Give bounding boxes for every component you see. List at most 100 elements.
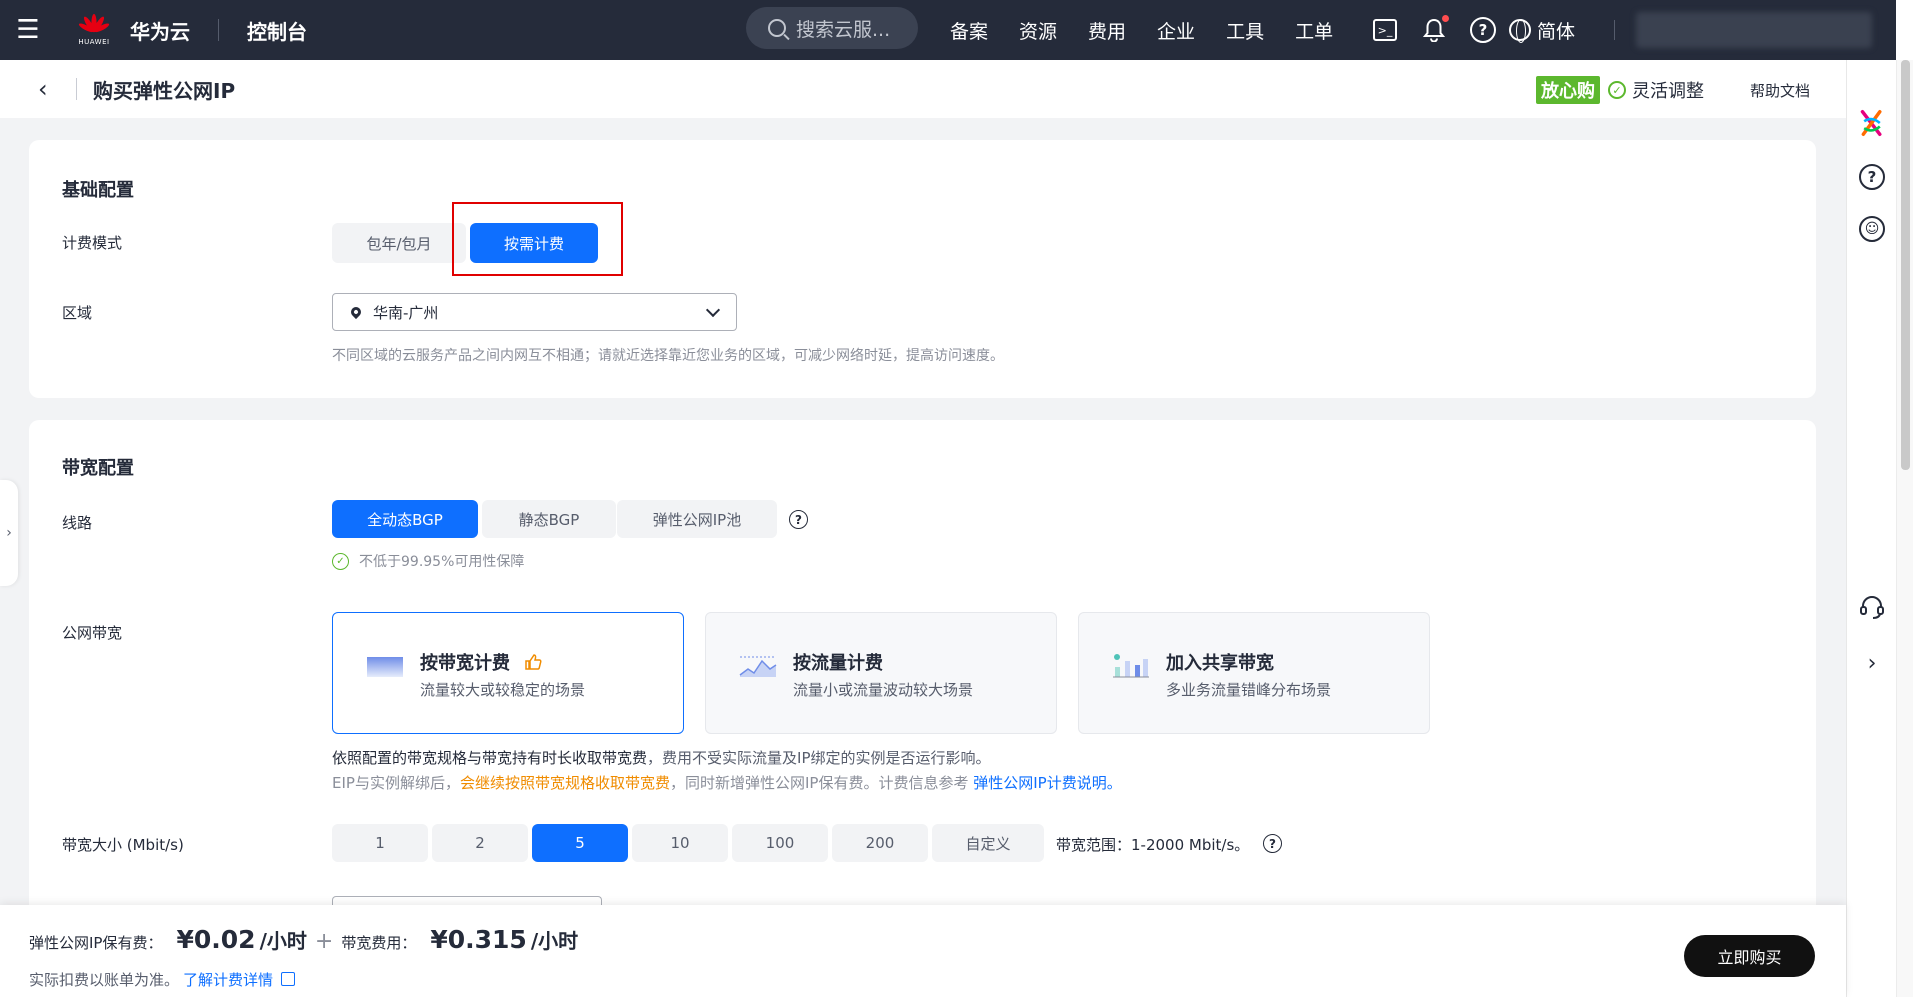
rail-help-icon[interactable]: ? — [1859, 164, 1885, 190]
desc2-warning: 会继续按照带宽规格收取带宽费 — [459, 774, 670, 792]
eip-fee-label: 弹性公网IP保有费： — [29, 934, 163, 952]
billing-option-yearly-monthly[interactable]: 包年/包月 — [332, 223, 466, 263]
notification-dot — [1442, 15, 1449, 22]
line-help-icon[interactable]: ? — [789, 510, 808, 529]
huawei-petal-icon: HUAWEI — [74, 10, 114, 50]
help-docs-link[interactable]: 帮助文档 — [1750, 80, 1810, 101]
traffic-chart-icon — [739, 656, 777, 677]
fee-summary: 弹性公网IP保有费： ¥0.02 /小时 + 带宽费用： ¥0.315 /小时 — [29, 925, 578, 954]
user-account-blurred[interactable] — [1636, 12, 1872, 48]
scrollbar-thumb[interactable] — [1901, 60, 1910, 470]
line-option-dynamic-bgp[interactable]: 全动态BGP — [332, 500, 478, 538]
basic-config-title: 基础配置 — [62, 180, 134, 201]
language-label: 简体 — [1537, 20, 1576, 43]
global-search[interactable]: 搜索云服... — [746, 7, 918, 49]
bandwidth-chart-icon — [367, 657, 403, 677]
brand-small-text: HUAWEI — [78, 38, 110, 46]
highlight-annotation-box — [452, 202, 623, 276]
worry-free-purchase[interactable]: 放心购 ✓ 灵活调整 — [1536, 76, 1704, 104]
terminal-icon[interactable]: >_ — [1372, 17, 1398, 43]
nav-resources[interactable]: 资源 — [1019, 17, 1057, 44]
nav-tools[interactable]: 工具 — [1226, 17, 1264, 44]
chevron-down-icon — [705, 302, 721, 318]
region-value: 华南-广州 — [373, 303, 439, 322]
search-icon — [768, 19, 786, 37]
bw-fee-unit: /小时 — [530, 929, 579, 953]
scrollbar-top-cap — [1896, 0, 1913, 60]
eip-fee-value: ¥0.02 — [176, 925, 256, 954]
nav-enterprise[interactable]: 企业 — [1157, 17, 1195, 44]
brand-name: 华为云 — [130, 19, 190, 44]
price-footer: 弹性公网IP保有费： ¥0.02 /小时 + 带宽费用： ¥0.315 /小时 … — [0, 905, 1846, 997]
eip-fee-unit: /小时 — [259, 929, 307, 953]
bw-size-option[interactable]: 100 — [732, 824, 828, 862]
bw-size-option[interactable]: 200 — [832, 824, 928, 862]
customer-service-icon[interactable] — [1859, 594, 1885, 620]
bw-type-shared[interactable]: 加入共享带宽 多业务流量错峰分布场景 — [1078, 612, 1430, 734]
rail-expand-chevron-icon[interactable]: › — [1859, 650, 1885, 676]
external-link-icon — [281, 972, 296, 986]
bell-icon[interactable] — [1421, 15, 1449, 43]
buy-now-button[interactable]: 立即购买 — [1684, 935, 1815, 977]
billing-mode-label: 计费模式 — [62, 234, 123, 252]
availability-note: ✓ 不低于99.95%可用性保障 — [332, 551, 524, 571]
bw-type-desc: 多业务流量错峰分布场景 — [1166, 681, 1332, 699]
location-pin-icon — [348, 304, 364, 320]
page-title: 购买弹性公网IP — [93, 78, 236, 103]
eip-billing-doc-link[interactable]: 弹性公网IP计费说明。 — [973, 774, 1121, 792]
bw-type-title: 按带宽计费 — [420, 649, 542, 675]
bandwidth-range-text: 带宽范围：1-2000 Mbit/s。 — [1056, 836, 1250, 854]
hamburger-menu-icon[interactable]: ☰ — [0, 0, 56, 60]
left-panel-toggle-chevron-icon[interactable]: › — [0, 480, 18, 586]
bandwidth-range-help-icon[interactable]: ? — [1263, 834, 1282, 853]
language-switch[interactable]: 简体 — [1509, 17, 1575, 44]
bw-size-option-selected[interactable]: 5 — [532, 824, 628, 862]
nav-beian[interactable]: 备案 — [950, 17, 988, 44]
top-nav: ☰ HUAWEI 华为云 控制台 搜索云服... 备案 资源 费用 企业 工具 — [0, 0, 1913, 60]
bandwidth-billing-desc: 依照配置的带宽规格与带宽持有时长收取带宽费，费用不受实际流量及IP绑定的实例是否… — [332, 747, 991, 768]
line-label: 线路 — [62, 514, 93, 532]
check-circle-icon: ✓ — [1608, 81, 1626, 99]
bw-type-desc: 流量小或流量波动较大场景 — [793, 681, 974, 699]
region-label: 区域 — [62, 304, 93, 322]
billing-details-link[interactable]: 了解计费详情 — [183, 971, 296, 989]
back-arrow-icon[interactable]: ‹ — [38, 75, 54, 103]
nav-tickets[interactable]: 工单 — [1295, 17, 1333, 44]
flexible-adjust-text: 灵活调整 — [1632, 81, 1704, 102]
desc-rest: ，费用不受实际流量及IP绑定的实例是否运行影响。 — [647, 749, 991, 767]
huawei-logo[interactable]: HUAWEI 华为云 — [56, 0, 190, 60]
desc2-part-b: ，同时新增弹性公网IP保有费。计费信息参考 — [669, 774, 969, 792]
worry-free-badge: 放心购 — [1536, 76, 1600, 104]
bw-fee-label: 带宽费用： — [341, 934, 417, 952]
fee-note-text: 实际扣费以账单为准。 — [29, 971, 180, 989]
nav-billing[interactable]: 费用 — [1088, 17, 1126, 44]
line-option-eip-pool[interactable]: 弹性公网IP池 — [617, 500, 777, 538]
header-divider — [76, 78, 77, 100]
fee-note: 实际扣费以账单为准。 了解计费详情 — [29, 969, 296, 990]
bandwidth-size-label: 带宽大小 (Mbit/s) — [62, 836, 184, 854]
bandwidth-config-title: 带宽配置 — [62, 458, 134, 479]
ai-assistant-icon[interactable] — [1859, 109, 1885, 136]
unbind-billing-desc: EIP与实例解绑后，会继续按照带宽规格收取带宽费，同时新增弹性公网IP保有费。计… — [332, 772, 1122, 793]
user-divider — [1614, 20, 1615, 40]
console-link[interactable]: 控制台 — [247, 16, 307, 45]
bw-type-by-bandwidth[interactable]: 按带宽计费 流量较大或较稳定的场景 — [332, 612, 684, 734]
bw-size-option-custom[interactable]: 自定义 — [932, 824, 1044, 862]
bw-size-option[interactable]: 2 — [432, 824, 528, 862]
bw-size-option[interactable]: 1 — [332, 824, 428, 862]
line-option-static-bgp[interactable]: 静态BGP — [482, 500, 616, 538]
help-icon[interactable]: ? — [1470, 17, 1496, 43]
top-nav-links: 备案 资源 费用 企业 工具 工单 — [950, 0, 1364, 60]
bw-type-desc: 流量较大或较稳定的场景 — [420, 681, 586, 699]
bw-type-title: 按流量计费 — [793, 653, 883, 674]
region-select[interactable]: 华南-广州 — [332, 293, 737, 331]
desc-strong: 依照配置的带宽规格与带宽持有时长收取带宽费 — [332, 749, 648, 767]
feedback-smile-icon[interactable]: ☺ — [1859, 216, 1885, 242]
desc2-part-a: EIP与实例解绑后， — [332, 774, 460, 792]
bw-size-option[interactable]: 10 — [632, 824, 728, 862]
public-bandwidth-label: 公网带宽 — [62, 624, 123, 642]
bw-type-by-traffic[interactable]: 按流量计费 流量小或流量波动较大场景 — [705, 612, 1057, 734]
region-hint: 不同区域的云服务产品之间内网互不相通；请就近选择靠近您业务的区域，可减少网络时延… — [332, 348, 1004, 364]
page-scrollbar[interactable] — [1896, 60, 1913, 997]
shared-bandwidth-icon — [1113, 654, 1149, 678]
